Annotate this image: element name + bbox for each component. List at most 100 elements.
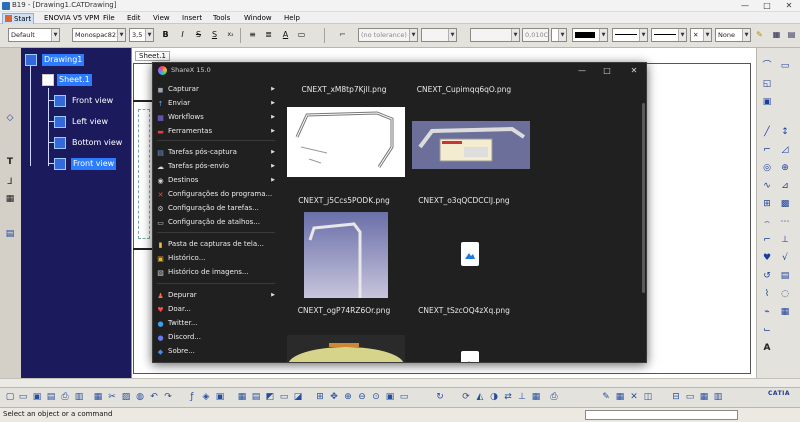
catalog-icon[interactable]: ▤ [250,391,262,404]
file-name[interactable]: CNEXT_tSzcOQ4zXq.png [405,306,523,315]
view-icon[interactable] [54,95,66,107]
save-all-icon[interactable]: ▤ [45,391,57,404]
dimension-icon[interactable]: ⌐ [336,28,349,42]
image-file-icon[interactable] [461,351,479,362]
knowledge-icon[interactable]: ▣ [214,391,226,404]
sharex-menu-item[interactable]: ◆ Sobre... [157,345,277,358]
section-icon[interactable]: ▣ [761,96,773,108]
precision-combo[interactable]: ▼ [470,28,520,42]
thumbnail[interactable] [287,335,405,362]
text-icon[interactable]: A [761,342,773,354]
zoom-out-icon[interactable]: ⊖ [356,391,368,404]
menu-tools[interactable]: Tools [211,13,232,23]
sharex-menu-item[interactable]: ▧ Histórico de imagens... [157,266,277,279]
close-button[interactable]: ✕ [778,0,800,12]
zoom-area-icon[interactable]: ⊙ [370,391,382,404]
frame-icon[interactable]: ▭ [684,391,696,404]
scrollbar[interactable] [642,103,645,293]
delete-icon[interactable]: ✕ [628,391,640,404]
menu-edit[interactable]: Edit [125,13,143,23]
bold-button[interactable]: B [159,28,172,42]
polyline-icon[interactable]: ⌐ [761,144,773,156]
projection-icon[interactable]: ◱ [761,78,773,90]
circle-icon[interactable]: ◎ [761,162,773,174]
tolerance-combo[interactable]: (no tolerance) ▼ [358,28,418,42]
sharex-close-button[interactable]: ✕ [627,65,641,77]
open-icon[interactable]: ▭ [17,391,29,404]
sharex-menu-item[interactable]: ◼ Capturar ▶ [157,83,277,96]
curve-icon[interactable]: ⌢ [761,216,773,228]
roughness-icon[interactable]: √ [779,252,791,264]
grid-icon[interactable]: ▦ [614,391,626,404]
file-icon[interactable]: ▥ [73,391,85,404]
dress-up-icon[interactable]: ▤ [4,228,16,240]
layout-icon[interactable]: ⊟ [670,391,682,404]
fillet-icon[interactable]: ⌐ [761,234,773,246]
align-left-icon[interactable]: ≡ [246,28,259,42]
text-color-button[interactable]: A [279,28,292,42]
axis-system-icon[interactable]: ⊥ [516,391,528,404]
corner-icon[interactable]: ⌙ [761,324,773,336]
menu-enovia[interactable]: ENOVIA V5 VPM [42,13,101,23]
menu-view[interactable]: View [151,13,172,23]
italic-button[interactable]: I [176,28,189,42]
arc-icon[interactable]: ⌒ [761,60,773,72]
style-combo[interactable]: Default ▼ [8,28,60,42]
edit-icon[interactable]: ✎ [600,391,612,404]
tree-root[interactable]: Drawing1 [42,54,85,66]
sharex-menu-item[interactable]: ☁ Tarefas pós-envio ▶ [157,160,277,173]
sharex-menu-item[interactable]: ▮ Pasta de capturas de tela... [157,238,277,251]
normal-view-icon[interactable]: ▣ [384,391,396,404]
sheet-icon[interactable] [42,74,54,86]
thumbnail[interactable] [304,212,388,298]
align-center-icon[interactable]: ≣ [262,28,275,42]
cut-icon[interactable]: ✂ [106,391,118,404]
graph-icon[interactable]: ▦ [530,391,542,404]
hide-icon[interactable]: ◑ [488,391,500,404]
tree-view-bottom[interactable]: Bottom view [72,137,122,149]
rotate-icon[interactable]: ↻ [434,391,446,404]
sharex-menu-item[interactable]: ▦ Workflows ▶ [157,111,277,124]
file-name[interactable]: CNEXT_Cupimqq6qO.png [405,85,523,94]
thumbnail[interactable] [412,121,530,169]
spline-icon[interactable]: ∿ [761,180,773,192]
sharex-minimize-button[interactable]: — [575,65,589,77]
fill-combo[interactable]: None ▼ [715,28,751,42]
menu-window[interactable]: Window [242,13,274,23]
sharex-menu-item[interactable]: ♥ Doar... [157,303,277,316]
background-icon[interactable]: ▥ [712,391,724,404]
save-icon[interactable]: ▣ [31,391,43,404]
drawing-icon[interactable] [25,54,37,66]
trim-icon[interactable]: ⌇ [761,288,773,300]
tree-view-front-active[interactable]: Front view [71,158,117,170]
sharex-menu-item[interactable]: ▤ Tarefas pós-captura ▶ [157,146,277,159]
balloon-icon[interactable]: ◌ [779,288,791,300]
table-icon[interactable]: ▦ [779,306,791,318]
color-combo[interactable]: ▼ [572,28,608,42]
weld-icon[interactable]: ⊥ [779,234,791,246]
file-name[interactable]: CNEXT_j5Ccs5PODK.png [285,196,403,205]
underline-button[interactable]: S [208,28,221,42]
print-icon[interactable]: ⎙ [59,391,71,404]
scan-icon[interactable]: ◈ [200,391,212,404]
symmetry-icon[interactable]: ⊿ [779,180,791,192]
precision-value-combo[interactable]: 0,010C [522,28,549,42]
dimension-icon[interactable]: ↕ [779,126,791,138]
view-icon[interactable]: ◇ [4,112,16,124]
snap-icon[interactable]: ▤ [785,28,798,42]
strikethrough-button[interactable]: S [192,28,205,42]
pan-icon[interactable]: ✥ [328,391,340,404]
frame-icon[interactable]: ▭ [295,28,308,42]
menu-insert[interactable]: Insert [180,13,204,23]
swap-icon[interactable]: ⇄ [502,391,514,404]
break-icon[interactable]: ⌁ [761,306,773,318]
paste-icon[interactable]: ▨ [120,391,132,404]
fit-all-icon[interactable]: ⊞ [314,391,326,404]
line-icon[interactable]: ╱ [761,126,773,138]
sheet-icon[interactable]: ▦ [698,391,710,404]
file-name[interactable]: CNEXT_o3qQCDCClJ.png [405,196,523,205]
formula-icon[interactable]: ƒ [186,391,198,404]
view-icon[interactable] [54,158,66,170]
sharex-menu-item[interactable]: ♟ Depurar ▶ [157,289,277,302]
menu-help[interactable]: Help [282,13,302,23]
